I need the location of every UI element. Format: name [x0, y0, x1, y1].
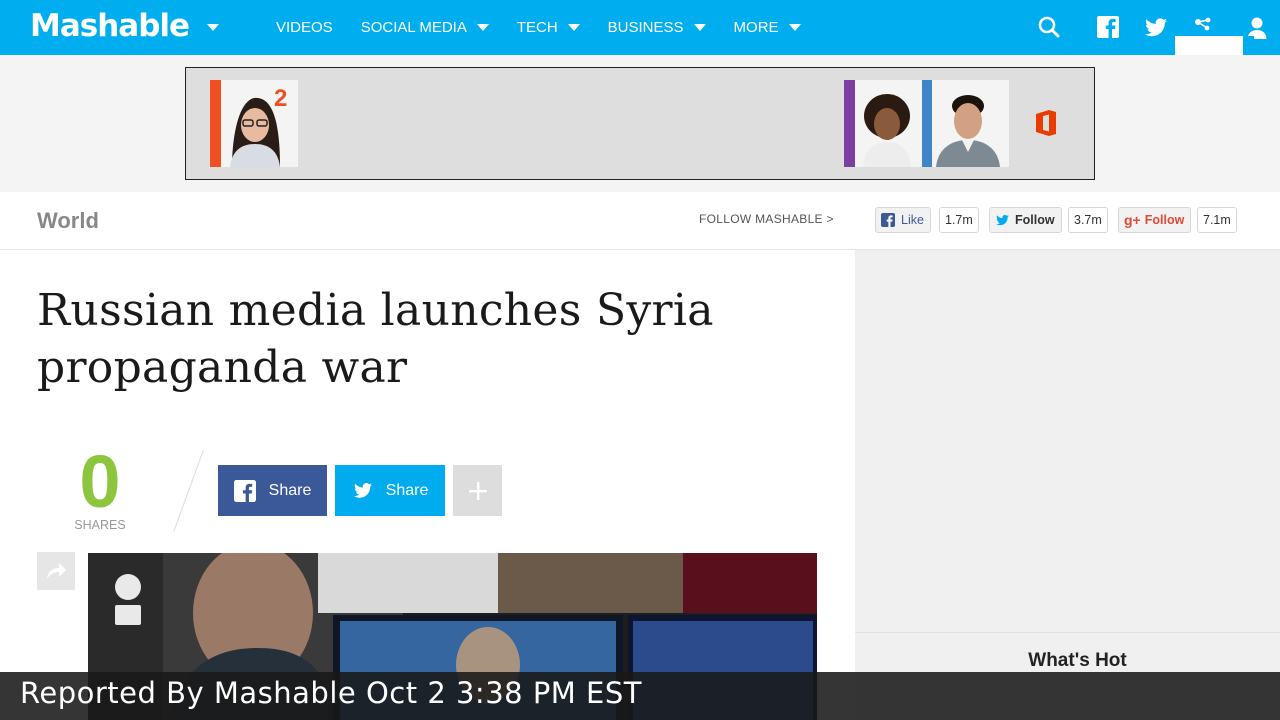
mashable-logo[interactable]: Mashable — [30, 8, 190, 44]
nav-item-tech[interactable]: TECH — [517, 19, 580, 36]
twitter-follow-button[interactable]: Follow — [989, 207, 1062, 233]
section-title[interactable]: World — [37, 208, 99, 234]
facebook-like-count: 1.7m — [939, 207, 979, 233]
nav-label: TECH — [516, 19, 558, 36]
share-count: 0 — [79, 440, 121, 523]
shares-label: SHARES — [74, 518, 126, 532]
follow-mashable-label[interactable]: FOLLOW MASHABLE > — [699, 212, 834, 226]
section-pointer — [84, 250, 104, 260]
chevron-down-icon — [788, 24, 801, 31]
search-icon[interactable] — [1036, 14, 1062, 40]
side-share-button[interactable] — [37, 552, 75, 590]
caption-text: Reported By Mashable Oct 2 3:38 PM EST — [20, 676, 642, 710]
article-headline: Russian media launches Syria propaganda … — [37, 285, 714, 393]
twitter-follow-label: Follow — [1015, 213, 1055, 227]
ad-person-photo: 2 — [210, 80, 298, 167]
nav-item-more[interactable]: MORE — [734, 19, 801, 36]
office-icon — [1036, 110, 1056, 136]
nav-label: SOCIAL MEDIA — [360, 19, 467, 36]
plus-icon — [468, 481, 487, 500]
main-nav: VIDEOS SOCIAL MEDIA TECH BUSINESS MORE — [276, 0, 829, 55]
twitter-share-label: Share — [385, 481, 429, 499]
facebook-icon — [233, 479, 256, 502]
section-bar: World FOLLOW MASHABLE > Like 1.7m Follow… — [0, 192, 1280, 250]
sidebar-divider — [855, 632, 1280, 633]
share-arrow-icon — [47, 563, 66, 579]
advertisement-banner[interactable]: 2 — [185, 67, 1095, 180]
ad-person-photo — [844, 80, 922, 167]
facebook-icon[interactable] — [1095, 14, 1121, 40]
googleplus-follow-button[interactable]: g+ Follow — [1118, 207, 1192, 233]
googleplus-icon: g+ — [1124, 212, 1141, 228]
nav-item-social-media[interactable]: SOCIAL MEDIA — [361, 19, 489, 36]
twitter-follow-count: 3.7m — [1068, 207, 1108, 233]
nav-item-videos[interactable]: VIDEOS — [276, 19, 333, 36]
nav-label: MORE — [733, 19, 779, 36]
facebook-like-label: Like — [901, 213, 924, 227]
whats-hot-heading: What's Hot — [1028, 650, 1127, 671]
logo-dropdown-icon[interactable] — [207, 24, 219, 31]
nav-label: BUSINESS — [607, 19, 684, 36]
facebook-like-button[interactable]: Like — [875, 207, 931, 233]
more-share-button[interactable] — [453, 465, 502, 516]
facebook-share-label: Share — [268, 481, 312, 499]
twitter-icon — [996, 214, 1009, 225]
twitter-icon — [353, 482, 372, 498]
ad-person-photo — [922, 80, 1009, 167]
facebook-icon — [881, 213, 895, 227]
nav-item-business[interactable]: BUSINESS — [608, 19, 706, 36]
googleplus-follow-count: 7.1m — [1197, 207, 1237, 233]
chevron-down-icon — [693, 24, 706, 31]
twitter-share-button[interactable]: Share — [335, 465, 445, 516]
chevron-down-icon — [567, 24, 580, 31]
ad-badge-number: 2 — [274, 85, 287, 112]
googleplus-follow-label: Follow — [1144, 213, 1185, 227]
nav-label: VIDEOS — [276, 19, 333, 36]
chevron-down-icon — [476, 24, 489, 31]
facebook-share-button[interactable]: Share — [218, 465, 327, 516]
